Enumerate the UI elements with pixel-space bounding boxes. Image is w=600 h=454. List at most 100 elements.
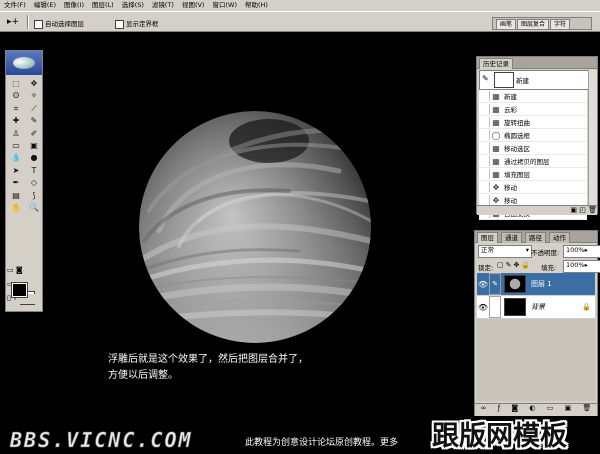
tab-channels[interactable]: 通道 (501, 232, 522, 243)
palette-well: 画笔 图层复合 字符 (492, 17, 592, 30)
menu-image[interactable]: 图像(I) (60, 0, 88, 11)
history-source-box (479, 91, 490, 101)
history-state-icon: ▦ (492, 156, 500, 166)
history-state[interactable]: ◯ 椭圆选框 (479, 129, 587, 142)
type-tool-icon[interactable]: T (26, 165, 42, 177)
history-state-icon: ▦ (492, 143, 500, 153)
history-brush-tool-icon[interactable]: ✐ (26, 128, 42, 140)
history-state-label: 填充图层 (504, 171, 530, 179)
dodge-tool-icon[interactable]: ● (26, 152, 42, 164)
menu-filter[interactable]: 滤镜(T) (148, 0, 178, 11)
snapshot-thumbnail (494, 72, 514, 88)
fill-input[interactable]: 100%▸ (563, 260, 600, 273)
auto-select-layer-checkbox[interactable] (34, 19, 43, 29)
menu-file[interactable]: 文件(F) (0, 0, 30, 11)
marquee-tool-icon[interactable]: ⬚ (8, 78, 24, 90)
eraser-tool-icon[interactable]: ▭ (8, 140, 24, 152)
history-palette: 历史记录 ✎ 新建 ▦ 新建 ▦ 云彩 ▦ 旋转扭曲 ◯ 椭圆选框 ▦ 移动选区 ▦ 通过拷… (476, 56, 598, 220)
shape-tool-icon[interactable]: ◇ (26, 177, 42, 189)
delete-layer-icon[interactable]: 🗑 (582, 404, 591, 416)
zoom-tool-icon[interactable]: 🔍 (26, 202, 42, 214)
layer-row-background[interactable]: 👁 背景 🔒 (477, 296, 595, 318)
history-source-box (479, 117, 490, 127)
auto-select-layer-option[interactable]: 自动选择图层 (34, 18, 84, 29)
menu-select[interactable]: 选择(S) (118, 0, 148, 11)
history-source-box (479, 143, 490, 153)
lasso-tool-icon[interactable]: ʘ (8, 90, 24, 102)
slice-tool-icon[interactable]: ⟋ (26, 103, 42, 115)
history-state[interactable]: ▦ 旋转扭曲 (479, 116, 587, 129)
opacity-input[interactable]: 100%▸ (563, 245, 600, 258)
layer-row-layer1[interactable]: 👁 ✎ 图层 1 (477, 273, 595, 295)
document-canvas[interactable]: 浮雕后就是这个效果了，然后把图层合并了， 方便以后调整。 (48, 32, 472, 421)
palette-well-tab-brushes[interactable]: 画笔 (496, 19, 517, 29)
fill-value: 100% (566, 261, 585, 269)
magic-wand-tool-icon[interactable]: ✧ (26, 90, 42, 102)
tab-paths[interactable]: 路径 (525, 232, 546, 243)
clone-stamp-tool-icon[interactable]: ♙ (8, 128, 24, 140)
palette-well-tab-character[interactable]: 字符 (550, 19, 571, 29)
history-state-label: 通过拷贝的图层 (504, 158, 550, 166)
opacity-label: 不透明度: (531, 249, 560, 257)
visibility-eye-icon[interactable]: 👁 (477, 303, 489, 312)
history-source-box (479, 195, 490, 205)
notes-tool-icon[interactable]: ▤ (8, 190, 24, 202)
history-tab[interactable]: 历史记录 (479, 58, 513, 69)
history-state[interactable]: ✥ 移动 (479, 181, 587, 194)
menu-layer[interactable]: 图层(L) (88, 0, 118, 11)
site-logo: 跟版网模板 (432, 421, 567, 452)
history-state[interactable]: ▦ 填充图层 (479, 168, 587, 181)
show-bounding-box-option[interactable]: 显示定界框 (115, 18, 159, 29)
eyedropper-tool-icon[interactable]: ⟆ (26, 190, 42, 202)
history-state-icon: ✥ (492, 182, 500, 192)
healing-brush-tool-icon[interactable]: ✚ (8, 115, 24, 127)
history-state-icon: ▦ (492, 169, 500, 179)
history-brush-source-icon[interactable]: ✎ (482, 74, 489, 83)
delete-icon[interactable]: 🗑 (588, 206, 597, 214)
path-selection-tool-icon[interactable]: ➤ (8, 165, 24, 177)
photoshop-feather-icon (13, 57, 35, 69)
pen-tool-icon[interactable]: ✒ (8, 177, 24, 189)
menu-edit[interactable]: 编辑(E) (30, 0, 60, 11)
menu-view[interactable]: 视图(V) (178, 0, 209, 11)
history-state-label: 椭圆选框 (504, 132, 530, 140)
menu-window[interactable]: 窗口(W) (208, 0, 241, 11)
gradient-tool-icon[interactable]: ▣ (26, 140, 42, 152)
toolbox-header[interactable] (6, 51, 42, 75)
history-list: ▦ 新建 ▦ 云彩 ▦ 旋转扭曲 ◯ 椭圆选框 ▦ 移动选区 ▦ 通过拷贝的图层 ▦ 填充图层… (479, 90, 587, 220)
history-state[interactable]: ▦ 通过拷贝的图层 (479, 155, 587, 168)
new-snapshot-icon[interactable]: ◰ (579, 206, 586, 214)
history-snapshot[interactable]: ✎ 新建 (479, 70, 589, 90)
history-state-icon: ✥ (492, 195, 500, 205)
quick-mask-icons[interactable]: ▭ ◙ (7, 266, 37, 276)
lock-options-icons[interactable]: ▢✎✥🔒 (497, 261, 532, 269)
hand-tool-icon[interactable]: ✋ (8, 202, 24, 214)
menu-help[interactable]: 帮助(H) (241, 0, 272, 11)
history-scrollbar[interactable] (588, 70, 597, 206)
new-document-icon[interactable]: ▣ (570, 206, 577, 214)
move-tool-icon[interactable]: ✥ (26, 78, 42, 90)
history-state[interactable]: ▦ 移动选区 (479, 142, 587, 155)
tab-actions[interactable]: 动作 (549, 232, 570, 243)
blend-mode-select[interactable]: 正常 ▾ (478, 245, 532, 258)
history-source-box (479, 104, 490, 114)
layers-empty-area (477, 319, 595, 401)
tab-layers[interactable]: 图层 (477, 232, 498, 243)
options-separator (27, 15, 29, 29)
foreground-color-swatch[interactable] (11, 282, 28, 298)
history-source-box (479, 156, 490, 166)
show-bounding-box-label: 显示定界框 (126, 20, 159, 28)
palette-well-tab-layer-comps[interactable]: 图层复合 (517, 19, 550, 29)
layers-tab-bar: 图层 通道 路径 动作 (475, 231, 597, 243)
lock-label: 锁定: (478, 264, 494, 272)
crop-tool-icon[interactable]: ⌗ (8, 103, 24, 115)
blur-tool-icon[interactable]: 💧 (8, 152, 24, 164)
move-tool-preset-icon[interactable]: ▸+ (3, 15, 23, 29)
history-state[interactable]: ▦ 新建 (479, 90, 587, 103)
show-bounding-box-checkbox[interactable] (115, 19, 124, 29)
visibility-eye-icon[interactable]: 👁 (477, 280, 489, 289)
brush-tool-icon[interactable]: ✎ (26, 115, 42, 127)
history-state[interactable]: ▦ 云彩 (479, 103, 587, 116)
history-state-icon: ▦ (492, 104, 500, 114)
snapshot-label: 新建 (516, 77, 529, 85)
